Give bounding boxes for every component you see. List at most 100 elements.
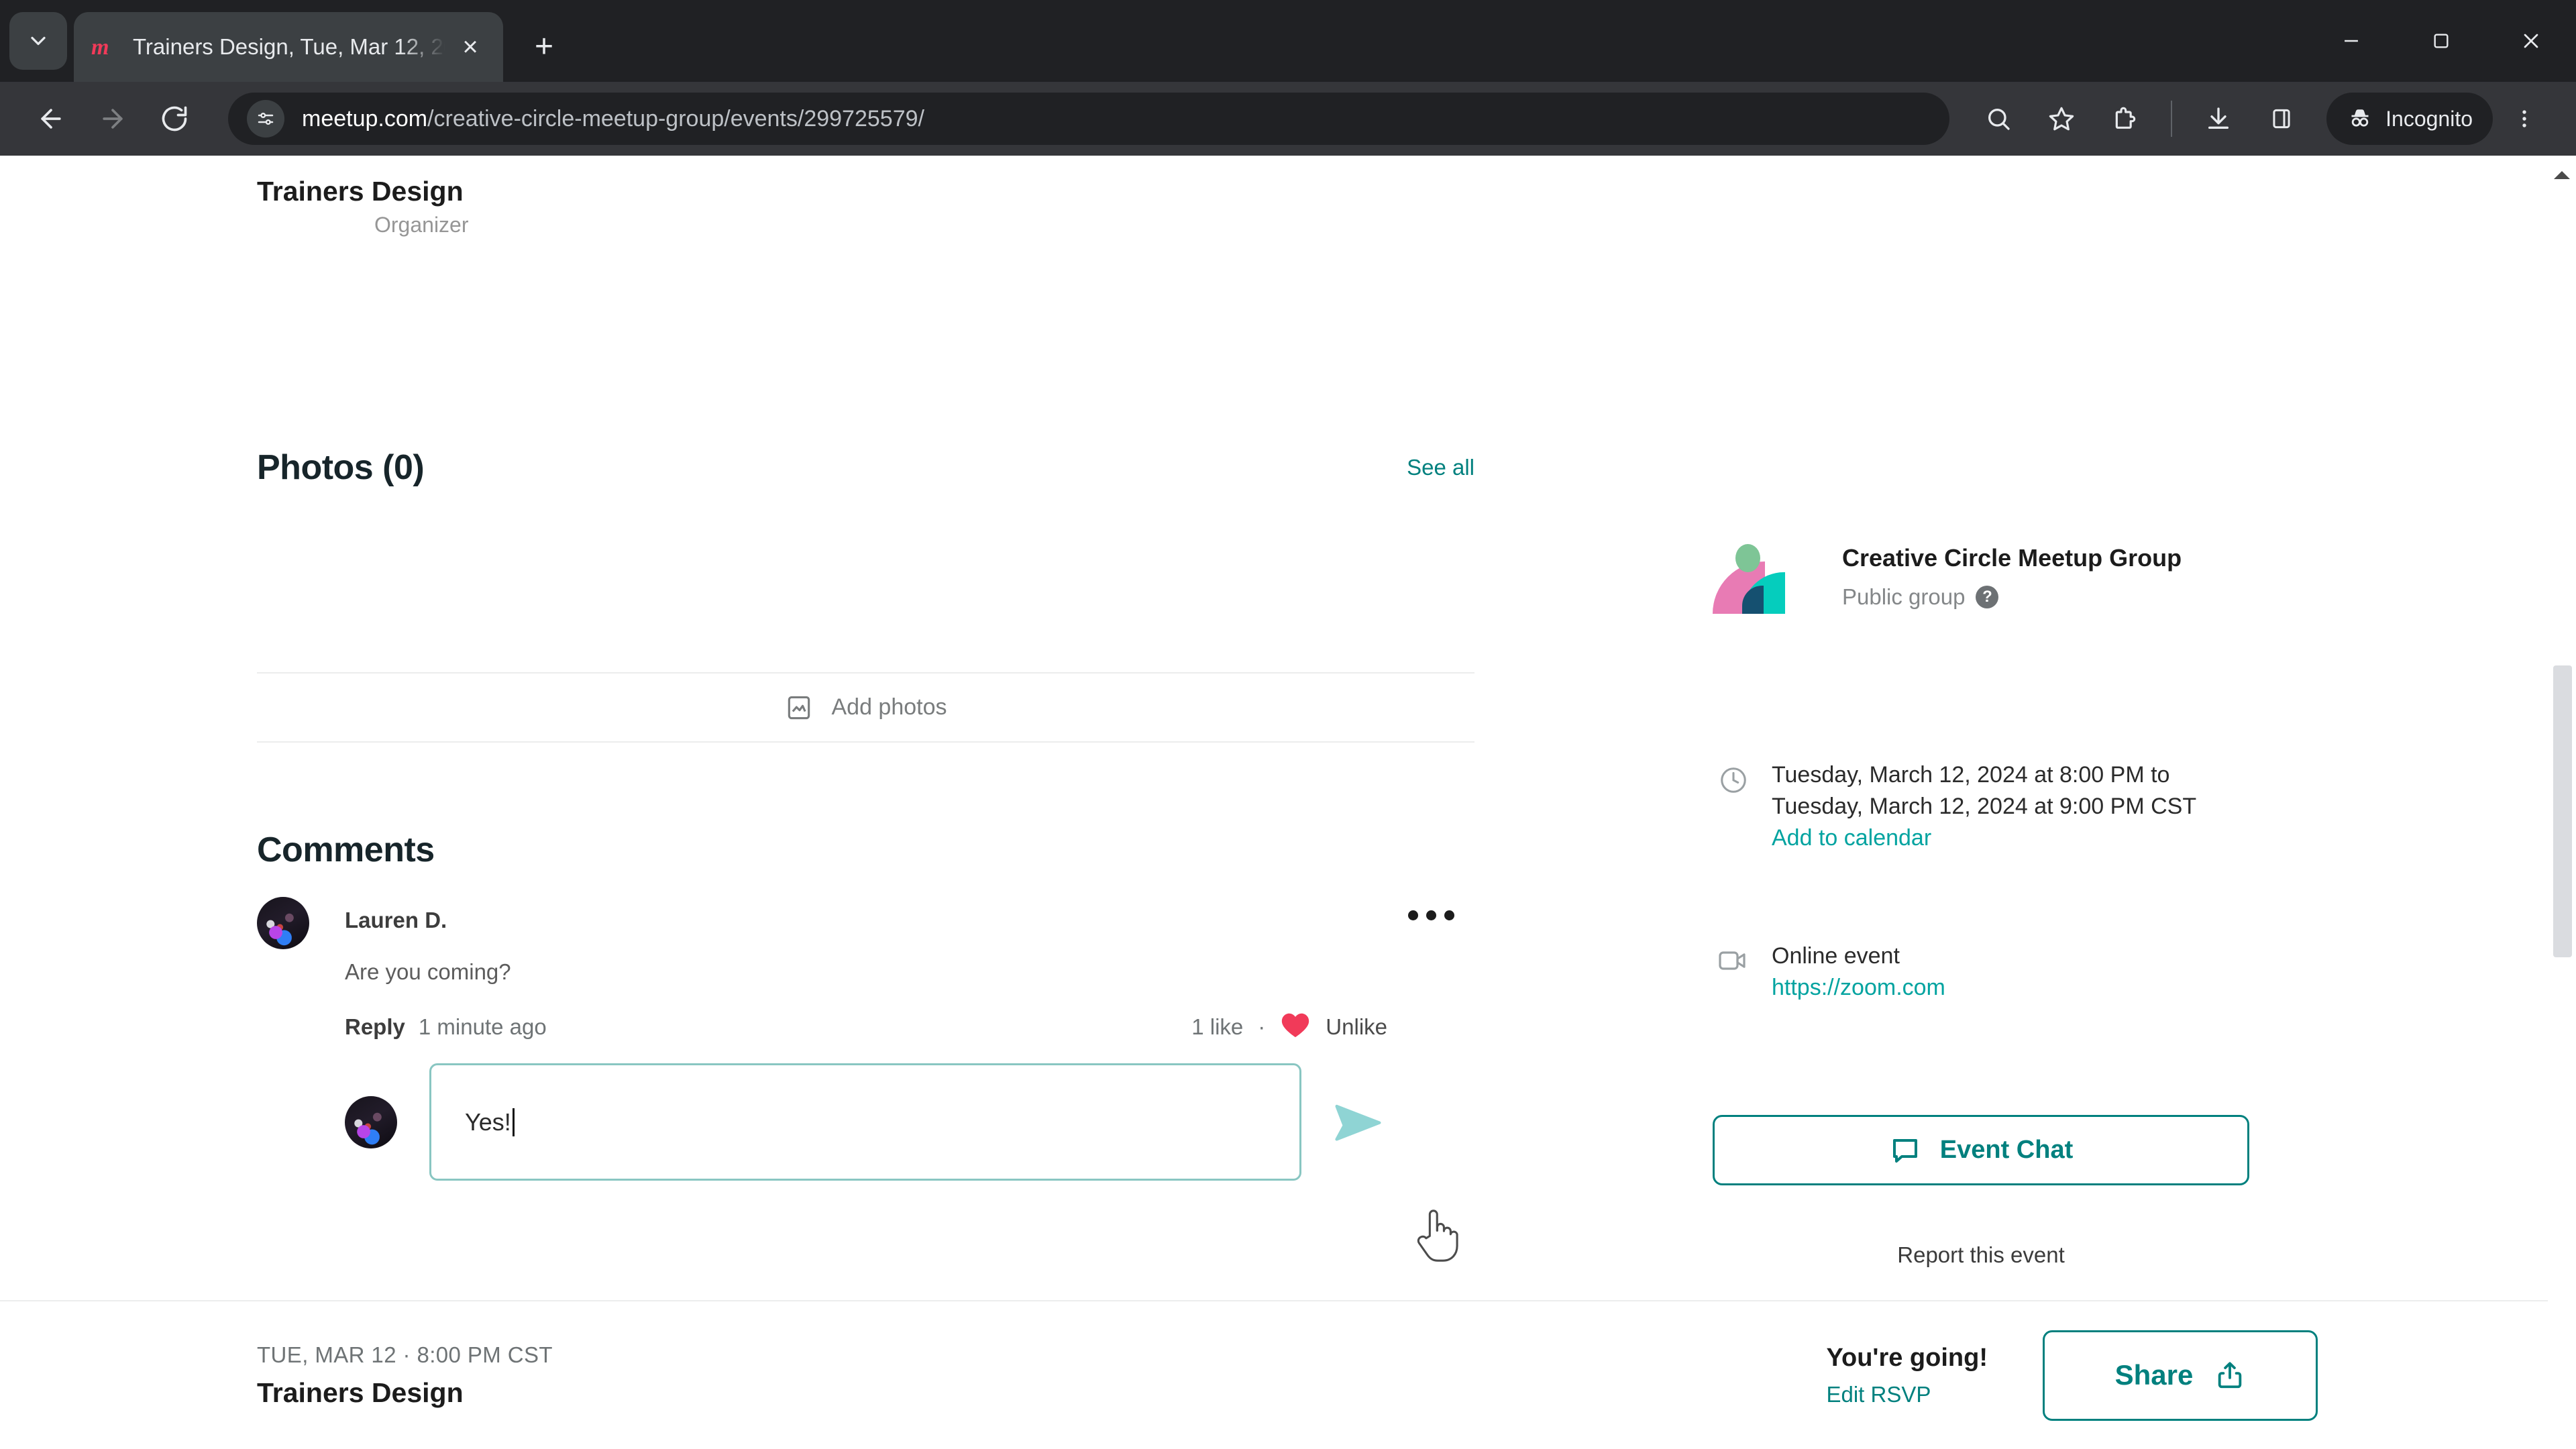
download-icon[interactable] [2191,91,2246,146]
share-button[interactable]: Share [2043,1330,2318,1421]
group-logo-icon [1713,541,1785,614]
event-bottom-bar: TUE, MAR 12 · 8:00 PM CST Trainers Desig… [0,1300,2576,1449]
heart-icon[interactable] [1280,1010,1311,1043]
magnifier-icon [1988,109,2010,130]
comment-unlike-button[interactable]: Unlike [1326,1014,1387,1040]
add-to-calendar-link[interactable]: Add to calendar [1772,825,2228,851]
tab-strip: m Trainers Design, Tue, Mar 12, 20 × + [0,0,2576,82]
site-settings-icon[interactable] [247,100,284,138]
browser-window: m Trainers Design, Tue, Mar 12, 20 × + m… [0,0,2576,1449]
side-panel-icon[interactable] [2254,91,2309,146]
add-photos-button[interactable]: Add photos [257,672,1474,743]
avatar[interactable] [257,897,309,949]
photos-title: Photos (0) [257,448,425,487]
event-chat-button[interactable]: Event Chat [1713,1115,2249,1185]
comment-header: Lauren D. [257,897,1474,949]
bottom-bar-title: Trainers Design [257,1377,464,1408]
extensions-icon[interactable] [2097,91,2152,146]
reply-input-value: Yes! [465,1108,511,1136]
group-privacy-label: Public group [1842,584,1966,609]
group-name[interactable]: Creative Circle Meetup Group [1842,544,2182,572]
page-scrollbar[interactable] [2548,156,2576,1449]
logo-shape-green [1735,544,1760,572]
svg-text:m: m [91,35,109,60]
meetup-logo-icon: m [89,32,118,62]
toolbar-divider [2171,101,2173,137]
event-location-link[interactable]: https://zoom.com [1772,975,1945,1001]
search-icon[interactable] [1971,91,2026,146]
event-datetime-body: Tuesday, March 12, 2024 at 8:00 PM to Tu… [1772,759,2228,851]
browser-toolbar: meetup.com/creative-circle-meetup-group/… [0,82,2576,156]
spy-glasses-icon [2351,109,2369,127]
incognito-indicator[interactable]: Incognito [2326,93,2493,145]
new-tab-button[interactable]: + [518,20,570,72]
image-icon [788,696,810,719]
reload-icon [162,106,187,131]
send-paper-plane-icon [1335,1104,1381,1140]
comments-section-header: Comments [257,830,1474,870]
tune-icon [258,113,274,125]
dot [1444,910,1454,920]
puzzle-piece-icon [2115,107,2136,129]
comment-timestamp: 1 minute ago [418,1014,547,1039]
event-location-text: Online event [1772,943,1900,969]
forward-button[interactable] [82,88,144,150]
bottom-bar-info: TUE, MAR 12 · 8:00 PM CST Trainers Desig… [257,1342,553,1409]
scrollbar-thumb[interactable] [2553,665,2572,957]
back-button[interactable] [20,88,82,150]
organizer-name: Trainers Design [257,176,464,207]
address-bar-text: meetup.com/creative-circle-meetup-group/… [302,106,924,132]
bottom-bar-actions: You're going! Edit RSVP Share [1826,1330,2318,1421]
share-label: Share [2114,1359,2194,1391]
bottom-bar-date: TUE, MAR 12 · 8:00 PM CST [257,1342,553,1367]
edit-rsvp-link[interactable]: Edit RSVP [1826,1382,1988,1407]
event-location-body: Online event https://zoom.com [1772,941,1945,1001]
window-close-button[interactable] [2486,0,2576,82]
close-icon [2524,34,2538,48]
meetup-event-page: Trainers Design Organizer Photos (0) See… [0,156,2576,1449]
chrome-menu-button[interactable] [2497,91,2552,146]
download-arrow-icon [2208,107,2229,129]
maximize-icon [2434,34,2449,48]
photos-see-all-link[interactable]: See all [1407,455,1474,480]
star-icon [2049,107,2074,131]
dot [1426,910,1436,920]
comment-reply-button[interactable]: Reply [345,1014,405,1040]
rsvp-block: You're going! Edit RSVP [1826,1344,1988,1407]
send-reply-button[interactable] [1322,1085,1395,1159]
event-chat-label: Event Chat [1939,1136,2074,1164]
clock-icon [1713,759,1754,796]
chat-bubble-icon [1892,1138,1917,1163]
report-event-link[interactable]: Report this event [1713,1242,2249,1268]
scrollbar-up-arrow[interactable] [2548,161,2576,189]
event-datetime-row: Tuesday, March 12, 2024 at 8:00 PM to Tu… [1713,759,2228,851]
bookmark-star-icon[interactable] [2034,91,2089,146]
group-card[interactable]: Creative Circle Meetup Group Public grou… [1713,541,2182,614]
window-controls [2306,0,2576,82]
add-photos-label: Add photos [831,694,947,720]
group-text-block: Creative Circle Meetup Group Public grou… [1842,541,2182,610]
photos-section-header: Photos (0) See all [257,447,1474,488]
comment-author[interactable]: Lauren D. [345,908,447,933]
video-camera-icon [1713,941,1754,975]
panel-icon [2273,109,2290,129]
clock-glyph [1721,767,1746,793]
url-host: meetup.com [302,105,428,131]
incognito-hat-icon [2347,105,2373,132]
arrow-right-icon [103,109,123,129]
tab-close-button[interactable]: × [452,29,488,65]
event-datetime-text: Tuesday, March 12, 2024 at 8:00 PM to Tu… [1772,762,2197,819]
reply-input[interactable]: Yes! [429,1063,1301,1181]
help-icon[interactable]: ? [1976,586,1999,608]
window-maximize-button[interactable] [2396,0,2486,82]
arrow-left-icon [41,109,61,129]
tab-search-button[interactable] [9,12,67,70]
toolbar-icons: Incognito [1967,91,2556,146]
window-minimize-button[interactable] [2306,0,2396,82]
address-bar[interactable]: meetup.com/creative-circle-meetup-group/… [228,93,1950,145]
browser-tab[interactable]: m Trainers Design, Tue, Mar 12, 20 × [74,12,503,82]
reload-button[interactable] [144,88,205,150]
comment-meta-row: Reply 1 minute ago 1 like · Unlike [345,1010,1387,1043]
comment-options-button[interactable] [1408,897,1474,920]
text-caret [512,1108,515,1136]
